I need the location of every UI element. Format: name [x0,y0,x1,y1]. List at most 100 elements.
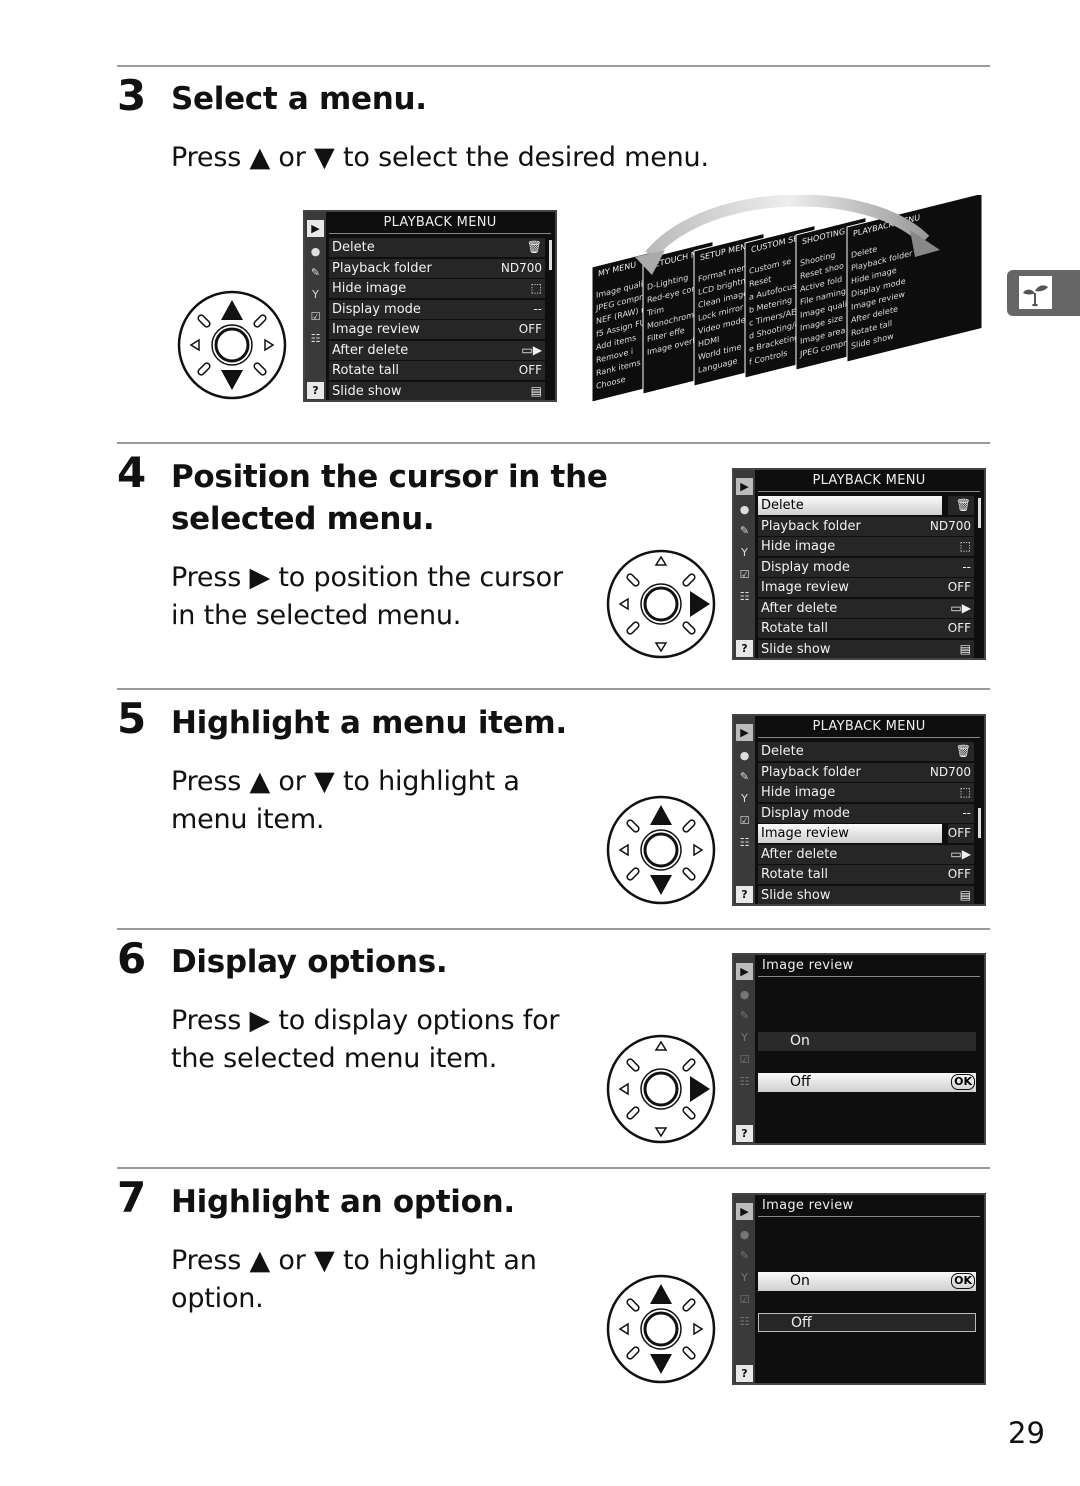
down-arrow-icon: ▼ [314,142,335,173]
menu-title: PLAYBACK MENU [758,716,980,738]
camera-icon[interactable]: ● [736,501,753,518]
camera-menu-screen: ▶ ● ✎ Y ☑ ☷ ? PLAYBACK MENU Delete 🗑 Play… [303,210,557,402]
trash-icon: 🗑 [526,240,542,254]
playback-icon: ▶ [736,963,753,980]
step-number: 4 [117,448,147,497]
retouch-icon[interactable]: ☑ [736,566,753,583]
my-menu-icon: ☷ [739,1075,750,1088]
wrench-icon[interactable]: Y [736,544,753,561]
playback-icon[interactable]: ▶ [736,724,753,741]
my-menu-icon[interactable]: ☷ [307,330,324,347]
help-icon[interactable]: ? [736,1125,753,1142]
menu-item[interactable]: Slide show ▤ [758,886,974,904]
menu-item[interactable]: Hide image ⬚ [329,279,545,298]
step-number: 6 [117,934,147,983]
trash-icon: 🗑 [955,498,971,512]
scrollbar[interactable] [978,808,981,838]
menu-item[interactable]: Rotate tall OFF [758,865,974,884]
page-number: 29 [1008,1416,1045,1450]
camera-menu-screen: ▶ ● ✎ Y ☑ ☷ ? PLAYBACK MENU Delete 🗑 Play… [732,714,986,906]
right-arrow-icon: ▶ [249,1005,271,1036]
pencil-icon[interactable]: ✎ [736,522,753,539]
option-off[interactable]: Off [758,1313,976,1332]
camera-icon[interactable]: ● [736,747,753,764]
menu-item-selected[interactable]: Delete [758,496,942,515]
retouch-icon[interactable]: ☑ [307,308,324,325]
menu-item[interactable]: Display mode -- [329,300,545,319]
pencil-icon[interactable]: ✎ [307,264,324,281]
help-icon[interactable]: ? [736,886,753,903]
menu-tab-rail: ▶ ● ✎ Y ☑ ☷ ? [305,212,326,400]
step-title: Display options. [171,944,448,980]
multi-selector-right [606,1034,716,1144]
menu-item[interactable]: Rotate tall OFF [758,619,974,638]
up-arrow-icon: ▲ [249,1245,271,1276]
pencil-icon: ✎ [739,1009,750,1022]
camera-icon: ● [739,988,750,1001]
step-title: Highlight an option. [171,1184,515,1220]
step-instruction: Press ▶ to position the cursor in the se… [171,562,563,631]
retouch-icon: ☑ [739,1053,750,1066]
step-number: 5 [117,694,147,743]
sprout-icon [1019,276,1052,309]
down-arrow-icon: ▼ [314,1245,335,1276]
menu-item[interactable]: Playback folder ND700 [758,763,974,782]
playback-icon[interactable]: ▶ [307,220,324,237]
menu-item[interactable]: Playback folder ND700 [329,259,545,278]
option-on-selected[interactable]: On OK [758,1272,976,1291]
divider [117,688,990,690]
menu-item[interactable]: Hide image ⬚ [758,537,974,556]
menu-item[interactable]: Slide show ▤ [329,382,545,400]
retouch-icon: ☑ [739,1293,750,1306]
step-number: 7 [117,1173,147,1222]
up-arrow-icon: ▲ [249,142,271,173]
divider [117,928,990,930]
option-on[interactable]: On [758,1032,976,1051]
scrollbar[interactable] [549,240,552,270]
option-off-selected[interactable]: Off OK [758,1073,976,1092]
multi-selector-up-down [177,290,287,400]
my-menu-icon[interactable]: ☷ [736,834,753,851]
menu-item-selected[interactable]: Image review [758,824,942,843]
after-delete-icon: ▭▶ [950,601,971,615]
pencil-icon[interactable]: ✎ [736,768,753,785]
menu-item[interactable]: Delete 🗑 [329,238,545,257]
menu-item[interactable]: After delete ▭▶ [758,599,974,618]
my-menu-icon[interactable]: ☷ [736,588,753,605]
menu-item[interactable]: Display mode -- [758,558,974,577]
scrollbar[interactable] [978,498,981,528]
help-icon[interactable]: ? [307,382,324,399]
slideshow-icon: ▤ [959,888,971,902]
retouch-icon[interactable]: ☑ [736,812,753,829]
menu-item[interactable]: Rotate tall OFF [329,361,545,380]
menu-item[interactable]: Delete 🗑 [758,742,974,761]
menu-item[interactable]: After delete ▭▶ [329,341,545,360]
step-title: Highlight a menu item. [171,705,567,741]
camera-menu-screen: ▶ ● ✎ Y ☑ ☷ ? PLAYBACK MENU Delete 🗑 Pla… [732,468,986,660]
ok-icon: OK [951,1273,975,1289]
playback-icon: ▶ [736,1203,753,1220]
menu-cycle-illustration: MY MENUImage qualityJPEG compreNEF (RAW)… [591,195,983,403]
my-menu-icon: ☷ [739,1315,750,1328]
help-icon[interactable]: ? [736,640,753,657]
screen-title: Image review [758,1195,980,1217]
multi-selector-up-down [606,795,716,905]
multi-selector-right [606,549,716,659]
menu-item[interactable]: Slide show ▤ [758,640,974,658]
down-arrow-icon: ▼ [314,766,335,797]
menu-item[interactable]: After delete ▭▶ [758,845,974,864]
camera-options-screen: ▶ ● ✎ Y ☑ ☷ ? Image review On OK Off [732,1193,986,1385]
step-title: Position the cursor in the selected menu… [171,459,608,537]
menu-item[interactable]: Playback folder ND700 [758,517,974,536]
step-instruction: Press ▲ or ▼ to highlight an option. [171,1245,537,1314]
menu-item[interactable]: Image review OFF [758,578,974,597]
wrench-icon[interactable]: Y [307,286,324,303]
menu-item[interactable]: Hide image ⬚ [758,783,974,802]
camera-icon[interactable]: ● [307,243,324,260]
menu-item[interactable]: Display mode -- [758,804,974,823]
playback-icon[interactable]: ▶ [736,478,753,495]
step-title: Select a menu. [171,81,427,117]
menu-item[interactable]: Image review OFF [329,320,545,339]
help-icon[interactable]: ? [736,1365,753,1382]
wrench-icon[interactable]: Y [736,790,753,807]
